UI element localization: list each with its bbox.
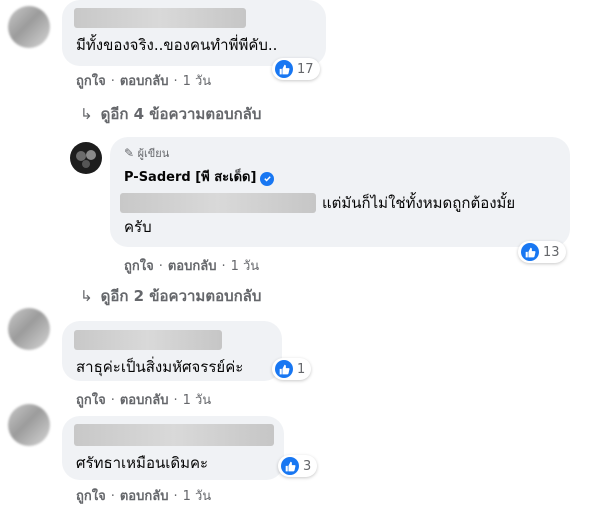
reaction-count-badge[interactable]: 1 (272, 358, 312, 380)
reaction-count-badge[interactable]: 13 (518, 241, 566, 263)
reply-button[interactable]: ตอบกลับ (168, 259, 217, 274)
pencil-icon: ✎ (124, 146, 135, 160)
timestamp[interactable]: 1 วัน (231, 259, 260, 274)
comment-text: สาธุค่ะเป็นสิ่งมหัศจรรย์ค่ะ (76, 358, 244, 376)
reply-arrow-icon: ↳ (80, 105, 93, 123)
like-button[interactable]: ถูกใจ (76, 74, 106, 89)
separator-dot: · (173, 489, 178, 504)
timestamp[interactable]: 1 วัน (183, 489, 212, 504)
reaction-count-badge[interactable]: 17 (272, 58, 320, 80)
thumbs-up-icon (275, 360, 293, 378)
comment-actions: ถูกใจ · ตอบกลับ · 1 วัน (76, 485, 211, 506)
commenter-avatar[interactable] (8, 308, 50, 350)
thumbs-up-icon (281, 457, 299, 475)
thumbs-up-icon (275, 60, 293, 78)
reaction-count: 1 (297, 361, 306, 377)
comment-actions: ถูกใจ · ตอบกลับ · 1 วัน (76, 70, 211, 91)
view-more-replies-label: ดูอีก 4 ข้อความตอบกลับ (100, 105, 262, 123)
reaction-count: 3 (303, 458, 312, 474)
view-more-replies-link[interactable]: ↳ ดูอีก 2 ข้อความตอบกลับ (80, 284, 261, 308)
reply-button[interactable]: ตอบกลับ (120, 74, 169, 89)
comment-text: ศรัทธาเหมือนเดิมคะ (76, 454, 209, 472)
author-badge: ✎ ผู้เขียน (124, 144, 169, 162)
separator-dot: · (173, 74, 178, 89)
author-avatar[interactable] (70, 142, 102, 174)
author-name[interactable]: P-Saderd [พี สะเด็ด] (124, 166, 275, 187)
comment-text: มีทั้งของจริง..ของคนทำพี่พีคับ.. (76, 36, 278, 54)
separator-dot: · (110, 393, 115, 408)
timestamp[interactable]: 1 วัน (183, 74, 212, 89)
reply-button[interactable]: ตอบกลับ (120, 393, 169, 408)
commenter-avatar[interactable] (8, 6, 50, 48)
view-more-replies-link[interactable]: ↳ ดูอีก 4 ข้อความตอบกลับ (80, 102, 261, 126)
like-button[interactable]: ถูกใจ (124, 259, 154, 274)
mentioned-name-redacted[interactable] (120, 193, 316, 213)
like-button[interactable]: ถูกใจ (76, 393, 106, 408)
separator-dot: · (221, 259, 226, 274)
separator-dot: · (110, 489, 115, 504)
reaction-count: 17 (297, 61, 314, 77)
verified-check-icon (260, 171, 275, 186)
commenter-name-redacted[interactable] (74, 424, 274, 446)
comment-text-line-2: ครับ (124, 218, 152, 236)
thumbs-up-icon (521, 243, 539, 261)
commenter-name-redacted[interactable] (74, 330, 222, 350)
comment-actions: ถูกใจ · ตอบกลับ · 1 วัน (124, 255, 259, 276)
reply-arrow-icon: ↳ (80, 287, 93, 305)
author-badge-label: ผู้เขียน (137, 147, 170, 160)
separator-dot: · (173, 393, 178, 408)
separator-dot: · (158, 259, 163, 274)
comment-text-line-1: แต่มันก็ไม่ใช่ทั้งหมดถูกต้องมั้ย (322, 194, 516, 212)
commenter-avatar[interactable] (8, 404, 50, 446)
reaction-count: 13 (543, 244, 560, 260)
commenter-name-redacted[interactable] (74, 8, 246, 28)
timestamp[interactable]: 1 วัน (183, 393, 212, 408)
comment-actions: ถูกใจ · ตอบกลับ · 1 วัน (76, 389, 211, 410)
reaction-count-badge[interactable]: 3 (278, 455, 318, 477)
view-more-replies-label: ดูอีก 2 ข้อความตอบกลับ (100, 287, 262, 305)
reply-button[interactable]: ตอบกลับ (120, 489, 169, 504)
author-name-label: P-Saderd [พี สะเด็ด] (124, 170, 257, 185)
separator-dot: · (110, 74, 115, 89)
like-button[interactable]: ถูกใจ (76, 489, 106, 504)
